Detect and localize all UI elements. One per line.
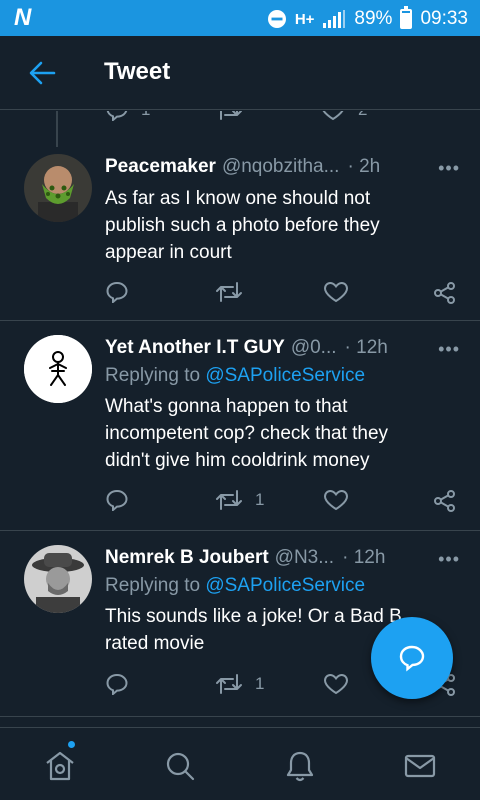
reply-context: Replying to @SAPoliceService — [105, 365, 365, 387]
retweet-icon — [216, 674, 242, 694]
page-title: Tweet — [104, 58, 171, 85]
like-button[interactable] — [323, 673, 349, 695]
partial-reply-action[interactable]: 1 — [105, 111, 150, 121]
author-handle[interactable]: @0... — [291, 337, 337, 359]
reply-to-link[interactable]: @SAPoliceService — [205, 365, 365, 386]
heart-icon — [323, 489, 349, 511]
tweet-actions — [105, 281, 460, 307]
like-button[interactable] — [323, 489, 349, 511]
partial-like-action[interactable]: 2 — [320, 111, 367, 121]
avatar-man-with-hat — [24, 545, 92, 613]
author-name[interactable]: Peacemaker — [105, 156, 216, 178]
signal-icon — [322, 10, 346, 28]
share-icon — [434, 490, 455, 512]
avatar[interactable] — [24, 545, 92, 613]
battery-percent: 89% — [354, 8, 393, 29]
reply-prefix: Replying to — [105, 575, 206, 596]
share-button[interactable] — [433, 281, 457, 305]
heart-icon — [323, 673, 349, 695]
nav-notifications[interactable] — [280, 746, 320, 786]
avatar[interactable] — [24, 154, 92, 222]
author-name[interactable]: Nemrek B Joubert — [105, 547, 269, 569]
tweet-time: · 12h — [344, 337, 388, 358]
back-arrow-icon[interactable] — [28, 60, 56, 86]
search-icon — [166, 752, 195, 781]
reply-bubble-icon — [106, 111, 128, 121]
partial-tweet-actions: 1 — [0, 111, 480, 125]
clock: 09:33 — [420, 8, 468, 29]
reply-button[interactable] — [105, 489, 129, 511]
bottom-navigation — [0, 727, 480, 800]
reply-prefix: Replying to — [105, 365, 206, 386]
status-bar: N H+ 89% 09:33 — [0, 0, 480, 36]
messages-icon — [404, 754, 436, 778]
nav-messages[interactable] — [400, 746, 440, 786]
compose-reply-button[interactable] — [371, 617, 453, 699]
like-button[interactable] — [323, 281, 349, 303]
partial-reply-count: 1 — [141, 111, 150, 120]
carrier-logo: N — [14, 4, 32, 31]
heart-icon — [323, 281, 349, 303]
tweet-time: · 2h — [347, 156, 381, 177]
nav-home[interactable] — [40, 746, 80, 786]
new-content-dot — [68, 741, 75, 748]
battery-icon — [400, 6, 413, 29]
reply-context: Replying to @SAPoliceService — [105, 575, 365, 597]
retweet-button[interactable] — [215, 281, 243, 303]
retweet-count: 1 — [255, 490, 265, 509]
retweet-button[interactable]: 1 — [215, 489, 264, 511]
app-bar: Tweet — [0, 36, 480, 110]
share-button[interactable] — [433, 489, 457, 513]
home-icon — [46, 751, 74, 781]
author-name[interactable]: Yet Another I.T GUY — [105, 337, 285, 359]
retweet-button[interactable]: 1 — [215, 673, 264, 695]
author-handle[interactable]: @nqobzitha... — [222, 156, 340, 178]
partial-retweet-action[interactable] — [215, 111, 243, 121]
reply-to-link[interactable]: @SAPoliceService — [205, 575, 365, 596]
retweet-icon — [216, 282, 242, 302]
reply-button[interactable] — [105, 281, 129, 303]
tweet-item[interactable]: Yet Another I.T GUY @0... · 12h ••• Repl… — [0, 321, 480, 531]
avatar[interactable] — [24, 335, 92, 403]
more-dots-icon[interactable]: ••• — [438, 339, 460, 360]
more-dots-icon[interactable]: ••• — [438, 158, 460, 179]
avatar-stick-figure — [24, 335, 92, 403]
heart-icon — [322, 111, 344, 121]
tweet-text: As far as I know one should not publish … — [105, 188, 380, 263]
reply-bubble-icon — [106, 489, 128, 511]
avatar-masked-person — [24, 154, 92, 222]
do-not-disturb-icon — [267, 9, 287, 29]
nav-search[interactable] — [160, 746, 200, 786]
tweet-text: What's gonna happen to that incompetent … — [105, 396, 389, 471]
reply-bubble-icon — [106, 673, 128, 695]
more-dots-icon[interactable]: ••• — [438, 549, 460, 570]
network-type: H+ — [294, 10, 315, 28]
retweet-count: 1 — [255, 674, 265, 693]
tweet-item[interactable]: Peacemaker @nqobzitha... · 2h ••• As far… — [0, 151, 480, 321]
tweet-time: · 12h — [342, 547, 386, 568]
reply-button[interactable] — [105, 673, 129, 695]
tweet-actions: 1 — [105, 489, 460, 515]
author-handle[interactable]: @N3... — [275, 547, 334, 569]
notifications-icon — [286, 751, 314, 782]
share-icon — [434, 282, 455, 304]
retweet-icon — [220, 111, 242, 120]
compose-reply-icon — [399, 645, 425, 672]
partial-like-count: 2 — [358, 111, 367, 120]
reply-bubble-icon — [106, 281, 128, 303]
retweet-icon — [216, 490, 242, 510]
